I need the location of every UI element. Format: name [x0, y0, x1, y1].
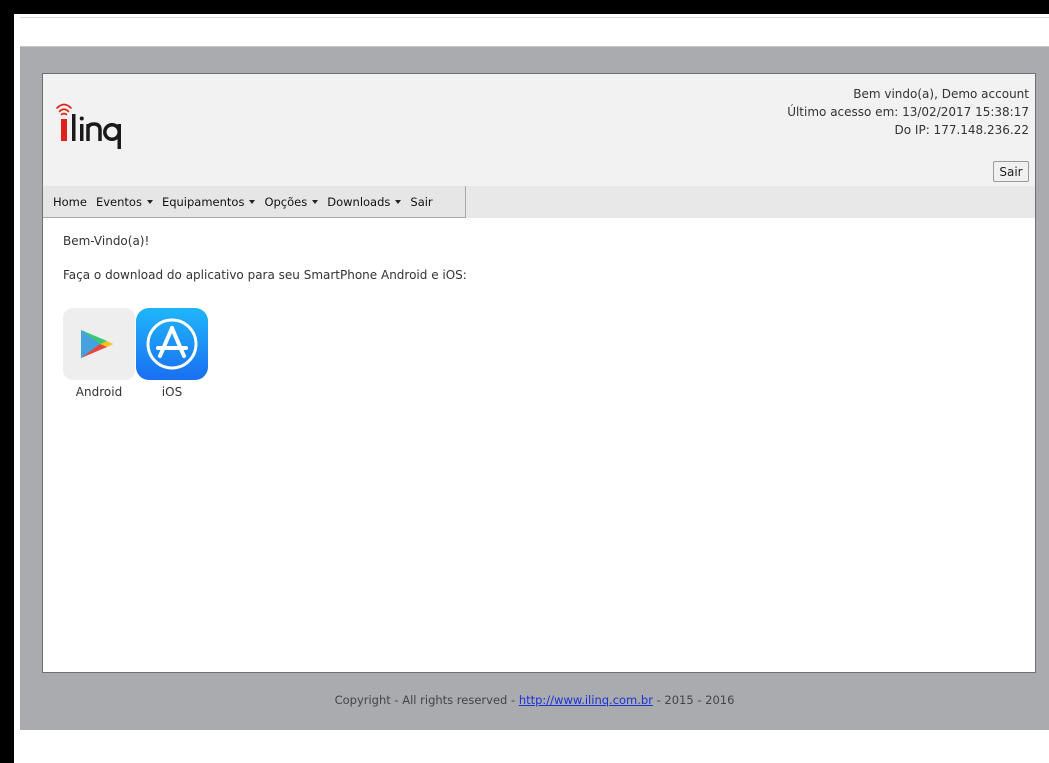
header: Bem vindo(a), Demo account Último acesso… [43, 74, 1035, 186]
caret-down-icon [146, 199, 153, 204]
nav-item-downloads[interactable]: Downloads [327, 194, 402, 209]
nav-item-opcoes[interactable]: Opções [264, 194, 319, 209]
divider [20, 17, 1049, 18]
app-label: iOS [161, 385, 183, 399]
copyright-years: - 2015 - 2016 [652, 693, 735, 707]
welcome-user: Bem vindo(a), Demo account [853, 87, 1029, 101]
navbar: Home Eventos Equipamentos Opções Downloa… [43, 186, 1035, 218]
android-download-link[interactable]: Android [63, 308, 135, 399]
last-ip: Do IP: 177.148.236.22 [894, 123, 1029, 137]
user-info: Bem vindo(a), Demo account Último acesso… [787, 85, 1029, 139]
caret-down-icon [312, 199, 319, 204]
download-prompt: Faça o download do aplicativo para seu S… [63, 268, 467, 282]
site-link[interactable]: http://www.ilinq.com.br [519, 693, 653, 707]
nav-item-label: Downloads [327, 194, 391, 209]
nav-item-label: Eventos [95, 194, 142, 209]
caret-down-icon [395, 199, 402, 204]
logo[interactable] [51, 94, 131, 149]
app-store-icon [136, 308, 208, 380]
welcome-heading: Bem-Vindo(a)! [63, 234, 150, 248]
app-container: Bem vindo(a), Demo account Último acesso… [42, 73, 1036, 673]
caret-down-icon [249, 199, 256, 204]
nav-item-label: Opções [264, 194, 308, 209]
nav-item-sair[interactable]: Sair [410, 195, 432, 209]
last-access: Último acesso em: 13/02/2017 15:38:17 [787, 105, 1029, 119]
ios-download-link[interactable]: iOS [136, 308, 208, 399]
footer: Copyright - All rights reserved - http:/… [20, 693, 1049, 707]
nav-menu: Home Eventos Equipamentos Opções Downloa… [43, 186, 466, 218]
nav-item-label: Sair [410, 194, 433, 209]
nav-item-home[interactable]: Home [53, 195, 87, 209]
nav-item-label: Home [53, 194, 87, 209]
main-content: Bem-Vindo(a)! Faça o download do aplicat… [63, 234, 467, 399]
copyright-text: Copyright - All rights reserved - [334, 693, 519, 707]
nav-item-eventos[interactable]: Eventos [96, 195, 153, 209]
nav-item-equipamentos[interactable]: Equipamentos [162, 195, 256, 209]
google-play-icon [63, 308, 135, 380]
nav-item-label: Equipamentos [161, 194, 245, 209]
app-label: Android [75, 385, 123, 399]
logout-button[interactable]: Sair [993, 161, 1029, 182]
